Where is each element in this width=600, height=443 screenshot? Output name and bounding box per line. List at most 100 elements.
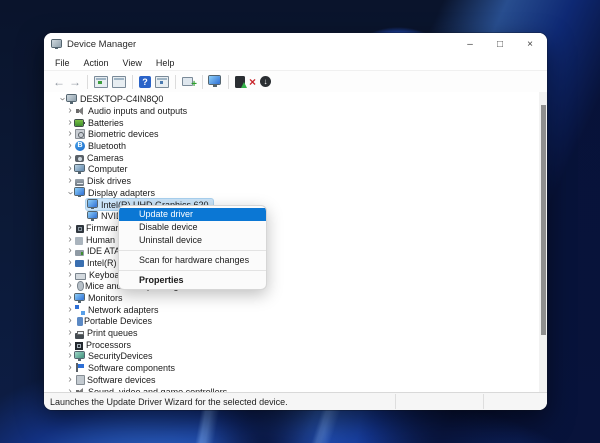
update-driver-icon[interactable]	[235, 75, 247, 88]
tree-item-disk-drives[interactable]: Disk drives	[73, 176, 135, 187]
context-menu-item-disable-device[interactable]: Disable device	[119, 221, 266, 234]
toolbar-separator	[228, 74, 229, 89]
window-maximize-button[interactable]: □	[485, 33, 515, 56]
title-bar[interactable]: Device Manager – □ ×	[44, 33, 547, 56]
tree-item-desktop-c4in8q0[interactable]: DESKTOP-C4IN8Q0	[65, 94, 167, 105]
disable-device-icon[interactable]: ↓	[260, 76, 272, 87]
tree-item-software-devices[interactable]: Software devices	[73, 374, 160, 385]
tree-item-audio-inputs-and-outputs[interactable]: Audio inputs and outputs	[73, 106, 191, 117]
tree-item-label: Monitors	[88, 293, 123, 304]
intel-icon	[75, 260, 84, 268]
bluetooth-icon	[75, 141, 85, 152]
camera-icon	[75, 155, 84, 163]
tree-item-portable-devices[interactable]: Portable Devices	[73, 316, 156, 327]
tree-row[interactable]: › Batteries	[44, 117, 539, 129]
toolbar-separator	[132, 74, 133, 89]
vertical-scrollbar[interactable]	[539, 92, 547, 393]
audio-icon	[75, 106, 85, 116]
display-icon	[88, 200, 98, 210]
properties-icon[interactable]	[112, 75, 126, 88]
tree-row[interactable]: › Computer	[44, 164, 539, 176]
action-pane-icon[interactable]	[155, 75, 169, 88]
tree-item-batteries[interactable]: Batteries	[73, 117, 128, 128]
battery-icon	[75, 118, 86, 128]
tree-item-label: Intel(R)	[87, 257, 117, 268]
console-tree-icon[interactable]	[94, 75, 108, 88]
scrollbar-thumb[interactable]	[540, 105, 546, 335]
device-manager-window: Device Manager – □ × File Action View Help ← →…	[44, 33, 547, 410]
computer-monitor-icon[interactable]	[209, 76, 222, 87]
menu-help[interactable]: Help	[149, 58, 182, 68]
disk-icon	[75, 178, 84, 186]
tree-row[interactable]: › Software devices	[44, 374, 539, 386]
window-minimize-button[interactable]: –	[455, 33, 485, 56]
tree-item-label: Batteries	[88, 117, 124, 128]
window-controls: – □ ×	[455, 33, 545, 56]
tree-item-biometric-devices[interactable]: Biometric devices	[73, 129, 163, 140]
tree-item-label: Display adapters	[88, 187, 156, 198]
window-title: Device Manager	[67, 39, 137, 50]
menu-bar: File Action View Help	[44, 56, 547, 71]
tree-item-securitydevices[interactable]: SecurityDevices	[73, 351, 157, 362]
tree-item-network-adapters[interactable]: Network adapters	[73, 304, 163, 315]
tree-row[interactable]: › Audio inputs and outputs	[44, 105, 539, 117]
menu-file[interactable]: File	[48, 58, 77, 68]
software-device-icon	[76, 374, 85, 385]
context-menu-item-properties[interactable]: Properties	[119, 274, 266, 287]
tree-item-label: Computer	[88, 164, 128, 175]
chevron-expanded-icon[interactable]: ›	[65, 188, 76, 198]
tree-row[interactable]: › Print queues	[44, 327, 539, 339]
tree-row[interactable]: › Portable Devices	[44, 316, 539, 328]
tree-item-label: Portable Devices	[84, 316, 153, 327]
tree-item-print-queues[interactable]: Print queues	[73, 328, 142, 339]
tree-item-software-components[interactable]: Software components	[73, 363, 179, 374]
forward-icon[interactable]: →	[69, 76, 81, 88]
tree-row[interactable]: › Software components	[44, 362, 539, 374]
context-menu-item-scan-for-hardware-changes[interactable]: Scan for hardware changes	[119, 254, 266, 267]
tree-item-computer[interactable]: Computer	[73, 164, 132, 175]
tree-item-cameras[interactable]: Cameras	[73, 152, 128, 163]
tree-item-label: Network adapters	[88, 304, 159, 315]
tree-item-label: SecurityDevices	[88, 351, 153, 362]
chevron-expanded-icon[interactable]: ›	[57, 94, 68, 104]
toolbar: ← →? × ↓	[44, 71, 547, 93]
tree-row[interactable]: › Monitors	[44, 292, 539, 304]
ide-icon	[75, 250, 84, 257]
tree-row[interactable]: › SecurityDevices	[44, 351, 539, 363]
context-menu-item-update-driver[interactable]: Update driver	[119, 208, 266, 221]
window-close-button[interactable]: ×	[515, 33, 545, 56]
tree-item-processors[interactable]: Processors	[73, 339, 135, 350]
context-menu-item-uninstall-device[interactable]: Uninstall device	[119, 234, 266, 247]
uninstall-device-icon[interactable]: ×	[249, 76, 256, 88]
statusbar-separator	[395, 394, 396, 409]
context-menu: Update driver Disable device Uninstall dev…	[118, 205, 267, 290]
tree-row[interactable]: › DESKTOP-C4IN8Q0	[44, 94, 539, 106]
tree-item-monitors[interactable]: Monitors	[73, 293, 127, 304]
tree-row[interactable]: › Disk drives	[44, 175, 539, 187]
status-bar: Launches the Update Driver Wizard for th…	[44, 392, 547, 410]
biometric-icon	[75, 129, 85, 140]
tree-item-intel-r[interactable]: Intel(R)	[73, 257, 121, 268]
tree-item-display-adapters[interactable]: Display adapters	[73, 187, 159, 198]
tree-row[interactable]: › Processors	[44, 339, 539, 351]
menu-action[interactable]: Action	[77, 58, 116, 68]
display-icon	[75, 188, 85, 198]
tree-row[interactable]: ›Bluetooth	[44, 140, 539, 152]
tree-row[interactable]: › Biometric devices	[44, 129, 539, 141]
tree-row[interactable]: › Network adapters	[44, 304, 539, 316]
portable-icon	[77, 316, 83, 326]
menu-view[interactable]: View	[116, 58, 149, 68]
tree-item-label: Print queues	[87, 328, 138, 339]
tree-row[interactable]: › Cameras	[44, 152, 539, 164]
tree-item-bluetooth[interactable]: Bluetooth	[73, 141, 130, 152]
software-component-icon	[75, 363, 85, 373]
toolbar-separator	[87, 74, 88, 89]
tree-item-label: Cameras	[87, 152, 124, 163]
processor-icon	[75, 341, 83, 350]
status-text: Launches the Update Driver Wizard for th…	[50, 396, 288, 407]
toolbar-separator	[175, 74, 176, 89]
back-icon[interactable]: ←	[53, 76, 65, 88]
scan-hardware-changes-icon[interactable]	[182, 76, 197, 90]
help-icon[interactable]: ?	[139, 75, 151, 88]
tree-row[interactable]: › Display adapters	[44, 187, 539, 199]
